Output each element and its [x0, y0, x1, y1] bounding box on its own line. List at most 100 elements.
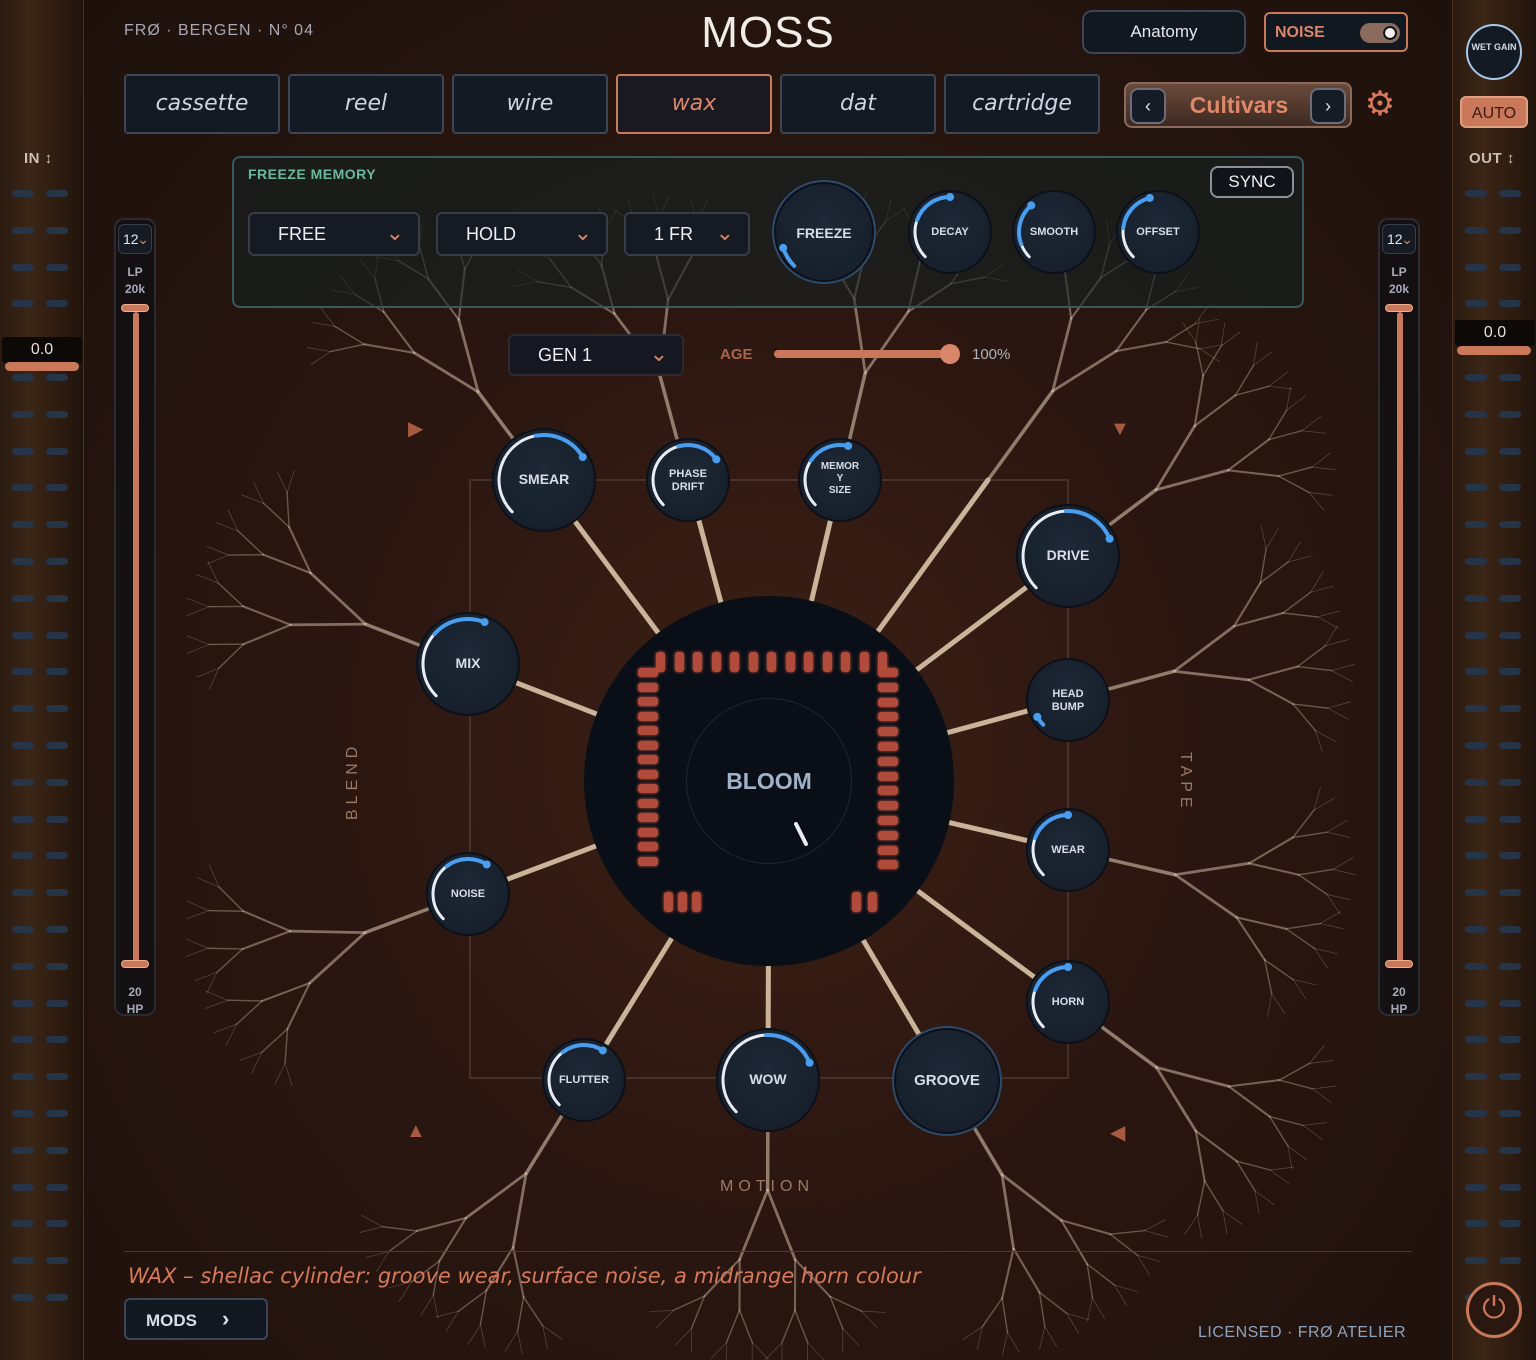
freeze-knob[interactable]: FREEZE — [772, 180, 876, 284]
mix-knob[interactable]: MIX — [416, 612, 520, 716]
horn-knob[interactable]: HORN — [1026, 960, 1110, 1044]
tab-reel[interactable]: reel — [288, 74, 444, 134]
freeze-mode-dropdown[interactable]: FREE ⌄ — [248, 212, 420, 256]
right-hp-handle[interactable] — [1385, 960, 1413, 968]
tab-dat[interactable]: dat — [780, 74, 936, 134]
bloom-led — [878, 682, 898, 692]
freeze-mode-value: FREE — [278, 224, 327, 244]
meter-segment — [1465, 852, 1487, 860]
wet-gain-knob[interactable]: WET GAIN — [1466, 24, 1522, 80]
output-gain-handle[interactable] — [1457, 346, 1531, 355]
smooth-knob[interactable]: SMOOTH — [1012, 190, 1096, 274]
right-lp-handle[interactable] — [1385, 304, 1413, 312]
left-lp-handle[interactable] — [121, 304, 149, 312]
bloom-led — [638, 755, 658, 764]
meter-segment — [1465, 447, 1487, 455]
meter-segment — [1465, 484, 1487, 492]
flutter-knob[interactable]: FLUTTER — [542, 1038, 626, 1122]
noise-knob[interactable]: NOISE — [426, 852, 510, 936]
cultivars-next-button[interactable]: › — [1310, 88, 1346, 124]
drive-knob[interactable]: DRIVE — [1016, 504, 1120, 608]
meter-segment — [1465, 1257, 1487, 1265]
bloom-led — [878, 786, 898, 796]
bloom-led — [638, 668, 658, 677]
cultivars-label[interactable]: Cultivars — [1166, 92, 1312, 119]
meter-segment — [1499, 300, 1521, 308]
left-hp-handle[interactable] — [121, 960, 149, 968]
age-value: 100% — [972, 346, 1011, 363]
bloom-led — [638, 856, 658, 866]
bloom-led — [638, 697, 658, 706]
meter-segment — [1465, 778, 1487, 786]
tab-cassette[interactable]: cassette — [124, 74, 280, 134]
meter-segment — [1499, 1220, 1521, 1228]
tab-wire[interactable]: wire — [452, 74, 608, 134]
meter-segment — [1465, 815, 1487, 823]
noise-toggle-switch[interactable] — [1360, 23, 1400, 43]
noise-toggle-button[interactable]: NOISE — [1264, 12, 1408, 52]
bloom-display[interactable]: BLOOM — [584, 596, 954, 966]
tab-cartridge[interactable]: cartridge — [944, 74, 1100, 134]
phase-drift-knob[interactable]: PHASE DRIFT — [646, 438, 730, 522]
meter-segment — [1465, 374, 1487, 381]
sync-button[interactable]: SYNC — [1210, 166, 1294, 198]
mods-button[interactable]: MODS › — [124, 1298, 268, 1340]
bloom-led — [711, 652, 721, 672]
head-bump-knob[interactable]: HEAD BUMP — [1026, 658, 1110, 742]
memory-size-label-line-2: Y — [836, 473, 844, 484]
memory-size-knob[interactable]: MEMOR Y SIZE — [798, 438, 882, 522]
left-filter-track[interactable] — [133, 312, 139, 968]
left-hp-label: HP — [126, 1002, 144, 1016]
wow-label: WOW — [749, 1071, 787, 1087]
wear-label: WEAR — [1051, 844, 1085, 856]
mods-label: MODS — [146, 1311, 197, 1330]
hold-dropdown[interactable]: HOLD ⌄ — [436, 212, 608, 256]
groove-button[interactable]: GROOVE — [892, 1026, 1002, 1136]
footer-divider — [124, 1251, 1412, 1252]
groove-label: GROOVE — [914, 1072, 980, 1089]
output-gain-value[interactable]: 0.0 — [1455, 320, 1535, 346]
meter-segment — [1465, 705, 1487, 713]
wow-knob[interactable]: WOW — [716, 1028, 820, 1132]
arrow-left-icon: ◀ — [1110, 1122, 1126, 1144]
meter-segment — [1465, 190, 1487, 197]
horn-label: HORN — [1051, 996, 1085, 1008]
tab-wax[interactable]: wax — [616, 74, 772, 134]
meter-segment — [1465, 558, 1487, 565]
cultivars-prev-button[interactable]: ‹ — [1130, 88, 1166, 124]
age-slider-thumb[interactable] — [940, 344, 960, 364]
meter-segment — [1465, 1110, 1487, 1117]
bloom-led — [785, 652, 795, 672]
frames-value: 1 FR — [654, 224, 694, 244]
plugin-title: MOSS — [701, 8, 835, 57]
gear-icon[interactable]: ⚙ — [1362, 86, 1398, 122]
left-filter-slider: 12 ⌄ LP 20k 20 HP — [114, 218, 156, 1016]
arrow-right-icon: ▶ — [408, 418, 424, 440]
auto-button[interactable]: AUTO — [1460, 96, 1528, 128]
offset-knob[interactable]: OFFSET — [1116, 190, 1200, 274]
bloom-led — [638, 711, 658, 721]
smear-knob[interactable]: SMEAR — [492, 428, 596, 532]
right-filter-slope-select[interactable]: 12 ⌄ — [1382, 224, 1416, 254]
generation-dropdown[interactable]: GEN 1 ⌄ — [508, 334, 684, 376]
bloom-led — [878, 727, 898, 737]
meter-segment — [1465, 263, 1487, 271]
meter-segment — [1465, 1220, 1487, 1228]
power-icon[interactable]: ⏻ — [1466, 1282, 1522, 1338]
tape-section-label: TAPE — [1177, 752, 1194, 813]
meter-segment — [1499, 190, 1521, 197]
meter-segment — [1465, 742, 1487, 749]
meter-segment — [1499, 1110, 1521, 1117]
wear-knob[interactable]: WEAR — [1026, 808, 1110, 892]
right-filter-track[interactable] — [1397, 312, 1403, 968]
left-filter-slope-select[interactable]: 12 ⌄ — [118, 224, 152, 254]
bloom-led — [678, 892, 687, 912]
frames-dropdown[interactable]: 1 FR ⌄ — [624, 212, 750, 256]
anatomy-button[interactable]: Anatomy — [1082, 10, 1246, 54]
meter-segment — [1465, 300, 1487, 308]
age-slider-track[interactable] — [774, 350, 950, 358]
decay-knob[interactable]: DECAY — [908, 190, 992, 274]
meter-segment — [1465, 410, 1487, 418]
memory-size-label: MEMOR Y SIZE — [798, 461, 882, 497]
meter-segment — [1499, 742, 1521, 749]
